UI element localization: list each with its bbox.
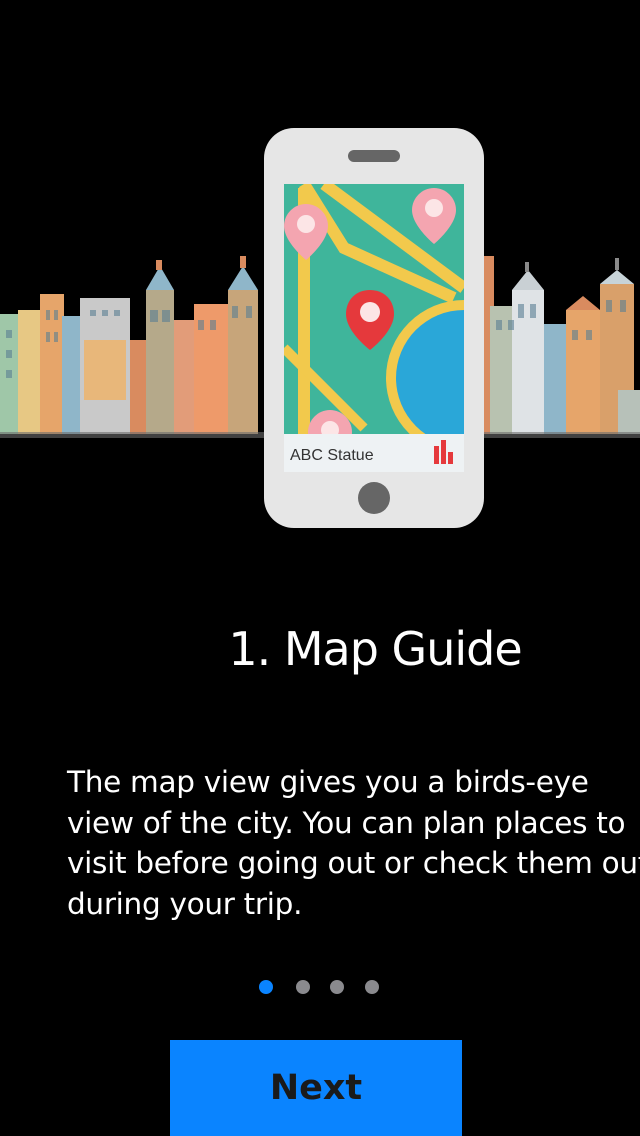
page-dot-3[interactable]	[330, 980, 344, 994]
description-line: view of the city. You can plan places to	[67, 805, 626, 840]
page-dot-2[interactable]	[296, 980, 310, 994]
page-description: The map view gives you a birds-eye view …	[67, 762, 640, 924]
phone-map-illustration: ABC Statue	[264, 128, 484, 528]
description-line: visit before going out or check them out	[67, 846, 640, 880]
page-dot-4[interactable]	[365, 980, 379, 994]
description-line: during your trip.	[67, 886, 303, 921]
next-button[interactable]: Next	[170, 1040, 462, 1136]
description-line: The map view gives you a birds-eye	[67, 765, 589, 799]
page-dot-1[interactable]	[259, 980, 273, 994]
phone-screen-label: ABC Statue	[290, 447, 374, 464]
page-title: 1. Map Guide	[228, 622, 522, 676]
